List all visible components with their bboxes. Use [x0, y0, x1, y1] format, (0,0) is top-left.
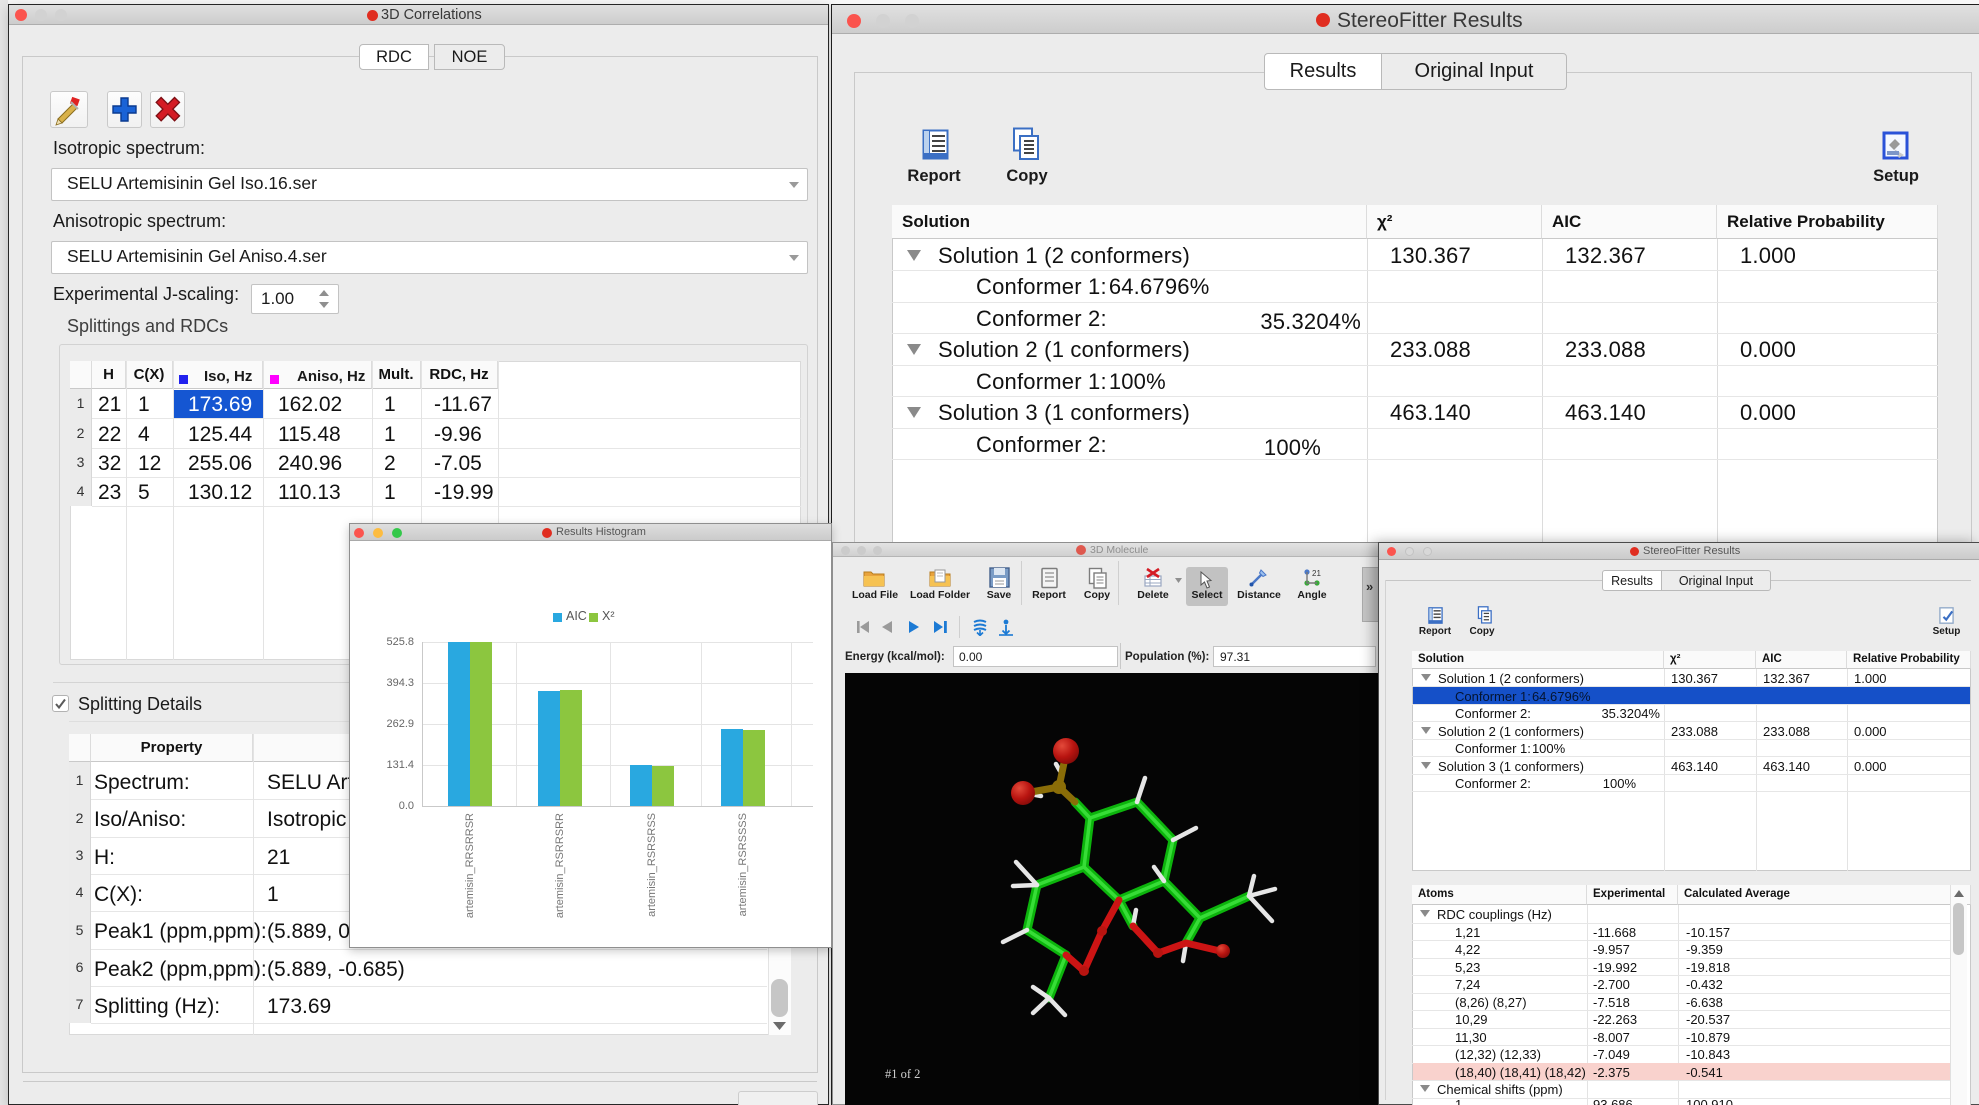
- svg-text:#1 of 2: #1 of 2: [885, 1067, 920, 1081]
- svg-text:21: 21: [1312, 569, 1321, 578]
